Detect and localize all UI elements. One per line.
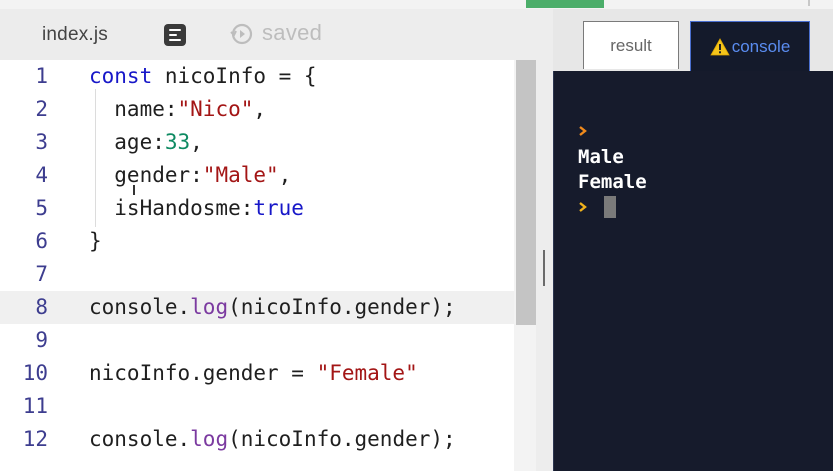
- warning-icon: [710, 37, 730, 55]
- code-token: ,: [253, 97, 267, 121]
- line-number: 1: [35, 64, 48, 88]
- line-number: 6: [35, 229, 48, 253]
- code-token: "Male": [202, 163, 279, 187]
- line-number: 8: [35, 295, 48, 319]
- code-token: log: [190, 295, 229, 319]
- code-token: ,: [190, 130, 203, 154]
- code-token: console.: [89, 295, 191, 319]
- console-output-line: Male: [578, 146, 624, 168]
- code-line[interactable]: 12 console.log(nicoInfo.gender);: [0, 423, 514, 456]
- tab-console-label: console: [731, 36, 791, 56]
- code-line[interactable]: 6}: [0, 225, 514, 258]
- tab-result[interactable]: result: [583, 21, 679, 69]
- code-text: console.log(nicoInfo.gender);: [89, 291, 456, 324]
- code-token: (nicoInfo.gender);: [228, 295, 456, 319]
- line-number: 11: [22, 394, 48, 418]
- run-status-bar: [526, 0, 604, 8]
- resize-handle[interactable]: [543, 250, 545, 286]
- code-token: "Nico": [177, 97, 254, 121]
- code-token: console.: [89, 427, 191, 451]
- code-token: age:: [89, 130, 165, 154]
- code-token: const: [89, 64, 153, 88]
- code-token: nicoInfo = {: [152, 64, 317, 88]
- saved-status-label: saved: [262, 20, 323, 45]
- code-token: (nicoInfo.gender);: [228, 427, 456, 451]
- tab-result-label: result: [610, 35, 652, 55]
- line-number: 3: [35, 130, 48, 154]
- console-input-cursor[interactable]: [604, 196, 616, 218]
- code-line[interactable]: 2 name:"Nico",: [0, 93, 514, 126]
- code-text: isHandosme:true: [89, 192, 304, 225]
- code-line[interactable]: 3 age:33,: [0, 126, 514, 159]
- code-line[interactable]: 1 const nicoInfo = {: [0, 60, 514, 93]
- line-number: 7: [35, 262, 48, 286]
- code-line[interactable]: 9: [0, 324, 514, 357]
- console-panel[interactable]: Male Female: [553, 71, 833, 471]
- code-text: age:33,: [89, 126, 203, 159]
- code-line[interactable]: 11: [0, 390, 514, 423]
- code-token: 33: [164, 130, 191, 154]
- editor-header: index.js saved: [0, 9, 536, 60]
- code-text: nicoInfo.gender = "Female": [89, 357, 418, 390]
- code-line[interactable]: 4 gender:"Male",: [0, 159, 514, 192]
- line-number: 12: [22, 427, 48, 451]
- code-token: name:: [89, 97, 178, 121]
- code-token: nicoInfo.gender =: [89, 361, 317, 385]
- console-output-line: Female: [578, 171, 647, 193]
- code-editor[interactable]: 1 const nicoInfo = {2 name:"Nico", 3 age:3…: [0, 60, 536, 471]
- code-text: name:"Nico",: [89, 93, 266, 126]
- window-edge-mark: [808, 0, 810, 6]
- tab-console[interactable]: console: [690, 21, 810, 71]
- file-tab-index-js[interactable]: index.js: [0, 9, 150, 60]
- code-text: console.log(nicoInfo.gender);: [89, 423, 456, 456]
- console-input-prompt-icon: [579, 202, 587, 212]
- editor-scrollbar-thumb[interactable]: [516, 60, 536, 325]
- line-number: 4: [35, 163, 48, 187]
- line-number: 10: [22, 361, 48, 385]
- console-prompt-icon: [579, 126, 587, 136]
- code-token: }: [89, 229, 102, 253]
- code-token: ,: [278, 163, 292, 187]
- ibeam-cursor-icon: [133, 185, 135, 195]
- code-token: "Female": [316, 361, 418, 385]
- code-line[interactable]: 5 isHandosme:true: [0, 192, 514, 225]
- code-line[interactable]: 8 console.log(nicoInfo.gender);: [0, 291, 514, 324]
- format-code-icon[interactable]: [164, 24, 186, 46]
- line-number: 2: [35, 97, 48, 121]
- code-text: }: [89, 225, 102, 258]
- line-number: 9: [35, 328, 48, 352]
- pane-divider[interactable]: [536, 9, 553, 471]
- file-tab-label: index.js: [41, 23, 109, 45]
- code-text: const nicoInfo = {: [89, 60, 317, 93]
- code-text: gender:"Male",: [89, 159, 291, 192]
- top-strip: [0, 0, 833, 9]
- code-line[interactable]: 7: [0, 258, 514, 291]
- code-token: true: [253, 196, 304, 220]
- line-number: 5: [35, 196, 48, 220]
- code-token: gender:: [89, 163, 203, 187]
- code-token: isHandosme:: [89, 196, 254, 220]
- code-token: log: [190, 427, 229, 451]
- saved-icon: [230, 23, 253, 45]
- code-line[interactable]: 10 nicoInfo.gender = "Female": [0, 357, 514, 390]
